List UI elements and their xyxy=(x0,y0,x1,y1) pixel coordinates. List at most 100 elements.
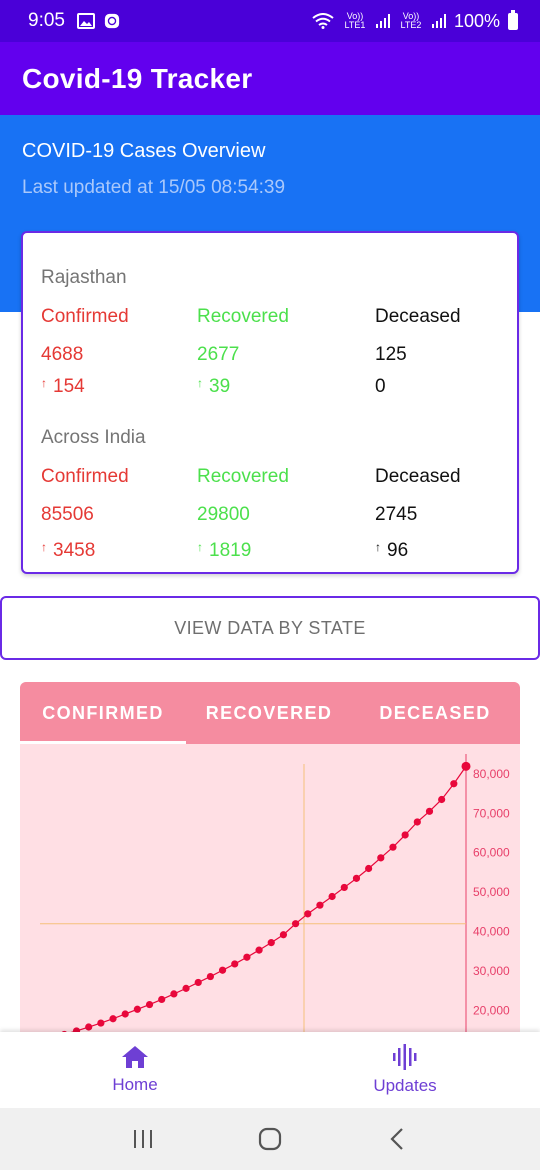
recent-apps-button[interactable] xyxy=(123,1119,163,1159)
back-button[interactable] xyxy=(377,1119,417,1159)
back-icon xyxy=(390,1128,403,1150)
data-point xyxy=(461,761,471,771)
wifi-icon xyxy=(312,13,334,29)
sim2-network-label: Vo)) LTE2 xyxy=(400,11,422,30)
state-confirmed-label: Confirmed xyxy=(41,306,129,327)
nav-home[interactable]: Home xyxy=(0,1032,270,1108)
state-confirmed-count: 4688 xyxy=(41,344,84,365)
data-point xyxy=(194,978,202,987)
sim1-signal-icon xyxy=(375,14,390,28)
up-arrow-icon: ↑ xyxy=(375,540,381,554)
india-confirmed-label: Confirmed xyxy=(41,466,129,487)
state-deceased-label: Deceased xyxy=(375,306,461,327)
data-point xyxy=(389,843,397,851)
data-point xyxy=(328,892,336,901)
app-bar: Covid-19 Tracker xyxy=(0,42,540,115)
data-point xyxy=(267,939,275,947)
india-confirmed-delta-value: 3458 xyxy=(53,540,96,561)
status-bar: 9:05 Vo)) LTE1 Vo)) LTE2 100% xyxy=(0,0,540,42)
data-point xyxy=(365,864,373,873)
updates-icon xyxy=(393,1044,417,1070)
state-recovered-label: Recovered xyxy=(197,306,289,327)
battery-percent: 100% xyxy=(453,10,500,31)
india-deceased-delta-value: 96 xyxy=(387,540,409,561)
view-data-by-state-button[interactable]: VIEW DATA BY STATE xyxy=(0,596,540,660)
y-tick-label: 40,000 xyxy=(473,925,510,939)
state-deceased-delta: 0 xyxy=(375,376,386,397)
state-recovered-delta-value: 39 xyxy=(209,376,231,397)
data-point xyxy=(121,1010,129,1018)
nav-updates-label: Updates xyxy=(373,1076,437,1095)
up-arrow-icon: ↑ xyxy=(41,376,47,390)
data-point xyxy=(170,990,178,998)
india-recovered-delta: ↑ 1819 xyxy=(197,540,251,562)
state-recovered-delta: ↑ 39 xyxy=(197,376,230,398)
chart-tabs: CONFIRMED RECOVERED DECEASED xyxy=(20,682,520,744)
app-title: Covid-19 Tracker xyxy=(22,62,253,94)
sim2-signal-icon xyxy=(431,14,446,28)
data-point xyxy=(182,984,190,992)
data-point xyxy=(243,953,251,961)
data-point xyxy=(304,910,312,918)
status-notification-icons xyxy=(76,13,121,29)
state-confirmed-delta: ↑ 154 xyxy=(41,376,85,398)
data-point xyxy=(255,946,263,954)
data-point xyxy=(133,1005,141,1013)
data-point xyxy=(401,831,409,839)
india-deceased-label: Deceased xyxy=(375,466,461,487)
chart-card: CONFIRMED RECOVERED DECEASED 20,000 30,00… xyxy=(20,682,520,1042)
india-confirmed-delta: ↑ 3458 xyxy=(41,540,95,562)
india-deceased-count: 2745 xyxy=(375,504,418,525)
screen: 9:05 Vo)) LTE1 Vo)) LTE2 100% Covid-19 T… xyxy=(0,0,540,1170)
india-recovered-delta-value: 1819 xyxy=(209,540,252,561)
y-tick-label: 60,000 xyxy=(473,846,510,860)
state-name: Rajasthan xyxy=(41,267,127,288)
data-point xyxy=(158,995,166,1004)
state-confirmed-delta-value: 154 xyxy=(53,376,85,397)
home-system-button[interactable] xyxy=(250,1119,290,1159)
cases-line-chart: 20,000 30,000 40,000 50,000 60,000 70,000 80,0… xyxy=(36,754,510,1042)
data-point xyxy=(450,780,458,788)
data-point xyxy=(206,972,214,981)
data-point xyxy=(352,874,361,882)
recent-apps-icon xyxy=(134,1130,153,1148)
state-deceased-count: 125 xyxy=(375,344,407,365)
tab-recovered[interactable]: RECOVERED xyxy=(186,682,352,744)
data-point xyxy=(316,901,324,909)
home-circle-icon xyxy=(258,1127,282,1151)
data-point xyxy=(425,807,434,815)
sim1-network-label: Vo)) LTE1 xyxy=(344,11,366,30)
data-point xyxy=(145,1000,154,1009)
home-icon xyxy=(122,1046,148,1068)
y-tick-label: 70,000 xyxy=(473,806,510,820)
status-time: 9:05 xyxy=(28,10,65,31)
stats-card: Rajasthan Confirmed Recovered Deceased 4… xyxy=(21,231,519,574)
tab-deceased[interactable]: DECEASED xyxy=(352,682,518,744)
y-tick-label: 20,000 xyxy=(473,1003,510,1017)
nav-updates[interactable]: Updates xyxy=(270,1032,540,1108)
series-line xyxy=(39,766,467,1042)
y-tick-label: 80,000 xyxy=(473,767,510,781)
data-point xyxy=(340,883,348,892)
data-point xyxy=(85,1023,93,1031)
india-name: Across India xyxy=(41,427,146,448)
india-recovered-count: 29800 xyxy=(197,504,250,525)
india-confirmed-count: 85506 xyxy=(41,504,94,525)
bottom-navigation: Home Updates xyxy=(0,1032,540,1108)
data-point xyxy=(231,960,239,968)
data-point xyxy=(377,854,385,862)
data-point xyxy=(218,966,227,974)
status-system-icons: Vo)) LTE1 Vo)) LTE2 100% xyxy=(312,9,518,32)
app-notification-icon xyxy=(104,13,120,29)
last-updated-text: Last updated at 15/05 08:54:39 xyxy=(22,177,286,198)
tab-confirmed[interactable]: CONFIRMED xyxy=(20,682,186,744)
data-point xyxy=(279,931,288,939)
system-navigation-bar xyxy=(0,1108,540,1170)
battery-icon xyxy=(508,9,518,30)
nav-home-label: Home xyxy=(112,1075,158,1094)
up-arrow-icon: ↑ xyxy=(197,376,203,390)
data-point xyxy=(413,818,421,826)
india-deceased-delta: ↑ 96 xyxy=(375,540,408,562)
data-point xyxy=(97,1019,105,1027)
state-recovered-count: 2677 xyxy=(197,344,240,365)
